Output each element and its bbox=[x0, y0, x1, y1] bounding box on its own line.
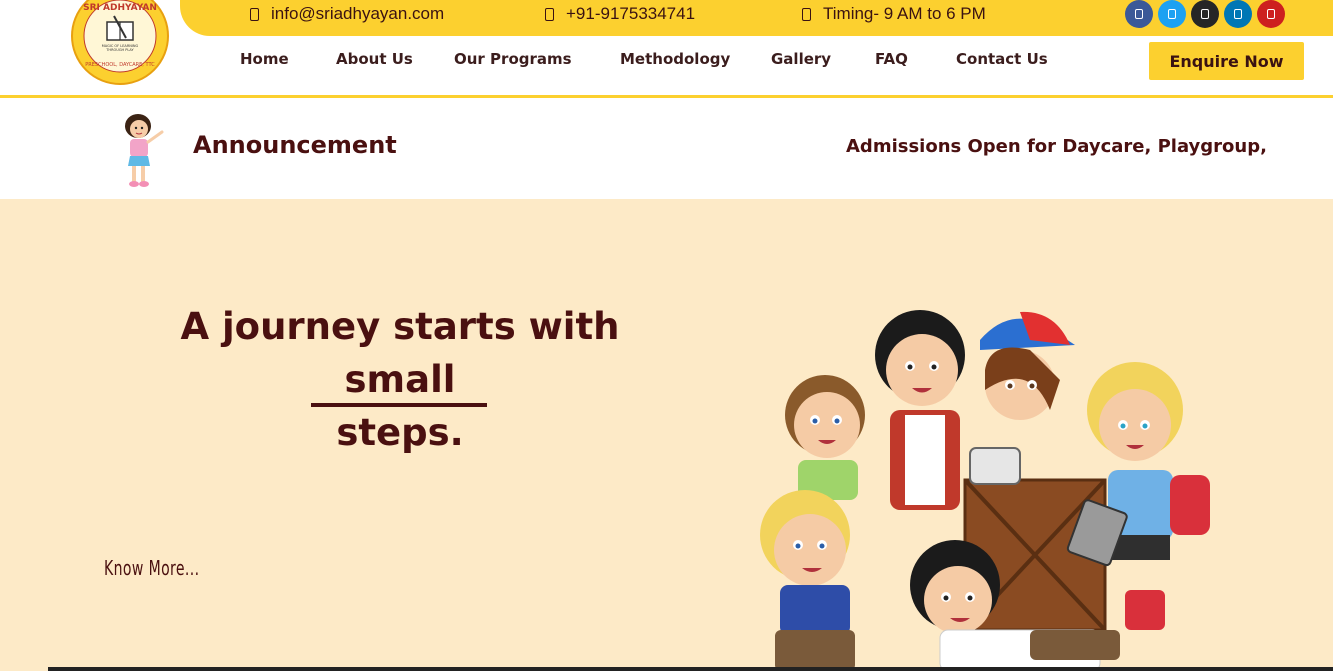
nav-contact-us[interactable]: Contact Us bbox=[956, 50, 1048, 68]
announcement-ticker: Admissions Open for Daycare, Playgroup, bbox=[846, 136, 1267, 157]
know-more-link[interactable]: Know More... bbox=[104, 556, 199, 580]
nav-methodology[interactable]: Methodology bbox=[620, 50, 730, 68]
headline-line-2: steps. bbox=[336, 411, 464, 454]
phone-text[interactable]: +91-9175334741 bbox=[566, 4, 695, 24]
headline-underline bbox=[311, 403, 487, 407]
hero-headline: A journey starts with small steps. bbox=[120, 300, 680, 459]
twitter-icon[interactable] bbox=[1158, 0, 1186, 28]
svg-text:SRI ADHYAYAN: SRI ADHYAYAN bbox=[83, 3, 157, 13]
instagram-icon[interactable] bbox=[1191, 0, 1219, 28]
nav-about-us[interactable]: About Us bbox=[336, 50, 413, 68]
enquire-now-button[interactable]: Enquire Now bbox=[1149, 42, 1304, 80]
bottom-edge-bar bbox=[48, 667, 1333, 671]
nav-gallery[interactable]: Gallery bbox=[771, 50, 831, 68]
facebook-icon[interactable] bbox=[1125, 0, 1153, 28]
email-text[interactable]: info@sriadhyayan.com bbox=[271, 4, 444, 24]
nav-faq[interactable]: FAQ bbox=[875, 50, 908, 68]
nav-home[interactable]: Home bbox=[240, 50, 289, 68]
email-contact[interactable]: info@sriadhyayan.com bbox=[250, 4, 444, 24]
main-nav: Home About Us Our Programs Methodology G… bbox=[0, 50, 1333, 74]
headline-line-1: A journey starts with small bbox=[180, 305, 620, 401]
clock-icon bbox=[802, 7, 811, 21]
children-illustration bbox=[760, 310, 1210, 671]
girl-illustration bbox=[125, 114, 164, 187]
youtube-icon[interactable] bbox=[1257, 0, 1285, 28]
announcement-title: Announcement bbox=[193, 131, 397, 159]
email-icon bbox=[250, 7, 259, 21]
timing-text: Timing- 9 AM to 6 PM bbox=[823, 4, 986, 23]
timing-info: Timing- 9 AM to 6 PM bbox=[802, 4, 986, 24]
contact-bar: info@sriadhyayan.com +91-9175334741 Timi… bbox=[180, 0, 1333, 36]
nav-our-programs[interactable]: Our Programs bbox=[454, 50, 572, 68]
phone-contact[interactable]: +91-9175334741 bbox=[545, 4, 695, 24]
phone-icon bbox=[545, 7, 554, 21]
linkedin-icon[interactable] bbox=[1224, 0, 1252, 28]
social-links bbox=[1125, 0, 1285, 28]
